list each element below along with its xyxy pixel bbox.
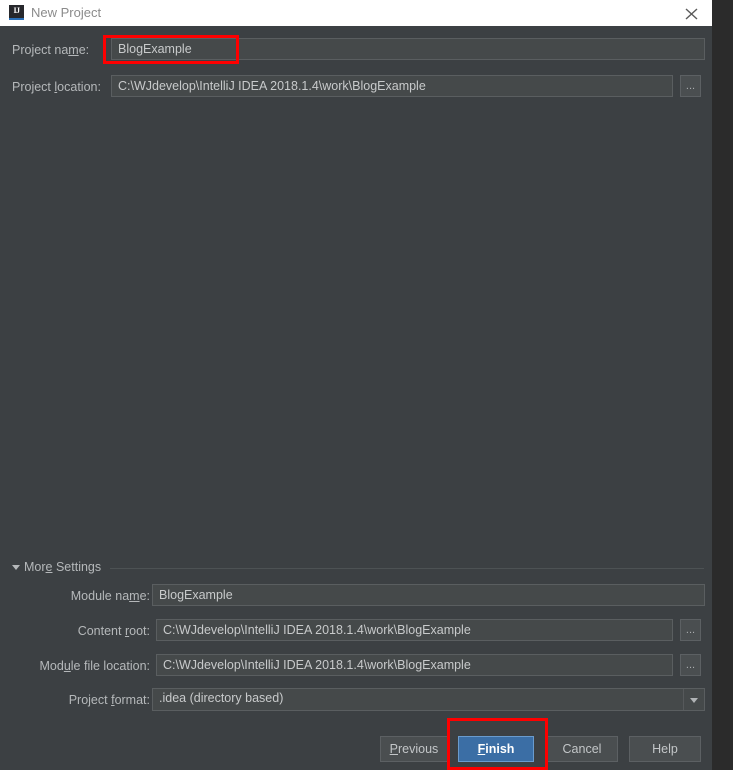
module-name-label: Module name: <box>70 589 150 603</box>
chevron-down-icon[interactable] <box>683 689 704 710</box>
ellipsis-icon: ... <box>685 624 696 636</box>
project-format-label: Project format: <box>68 693 150 707</box>
more-settings-header[interactable]: More Settings <box>10 560 704 576</box>
section-divider <box>110 568 704 569</box>
more-settings-label: More Settings <box>24 560 102 574</box>
dialog-titlebar: IJ New Project <box>0 0 712 26</box>
content-root-label: Content root: <box>77 624 150 638</box>
help-button[interactable]: Help <box>629 736 701 762</box>
module-file-location-browse-button[interactable]: ... <box>680 654 701 676</box>
project-format-value: .idea (directory based) <box>159 691 284 705</box>
triangle-down-icon <box>12 565 20 570</box>
close-icon[interactable] <box>676 0 706 26</box>
content-root-input[interactable]: C:\WJdevelop\IntelliJ IDEA 2018.1.4\work… <box>156 619 673 641</box>
project-location-label: Project location: <box>12 80 101 94</box>
project-location-browse-button[interactable]: ... <box>680 75 701 97</box>
content-root-browse-button[interactable]: ... <box>680 619 701 641</box>
cancel-button[interactable]: Cancel <box>546 736 618 762</box>
project-name-input[interactable]: BlogExample <box>111 38 705 60</box>
module-file-location-input[interactable]: C:\WJdevelop\IntelliJ IDEA 2018.1.4\work… <box>156 654 673 676</box>
project-location-input[interactable]: C:\WJdevelop\IntelliJ IDEA 2018.1.4\work… <box>111 75 673 97</box>
dialog-title: New Project <box>31 5 102 20</box>
close-glyph <box>685 8 698 20</box>
intellij-idea-icon: IJ <box>9 5 24 20</box>
ellipsis-icon: ... <box>685 80 696 92</box>
finish-button[interactable]: Finish <box>458 736 534 762</box>
module-file-location-label: Module file location: <box>39 659 151 673</box>
new-project-dialog: IJ New Project Project name: BlogExample… <box>0 0 712 770</box>
ellipsis-icon: ... <box>685 659 696 671</box>
project-name-label: Project name: <box>12 43 90 57</box>
previous-button[interactable]: Previous <box>380 736 448 762</box>
module-name-input[interactable]: BlogExample <box>152 584 705 606</box>
project-format-select[interactable]: .idea (directory based) <box>152 688 705 711</box>
